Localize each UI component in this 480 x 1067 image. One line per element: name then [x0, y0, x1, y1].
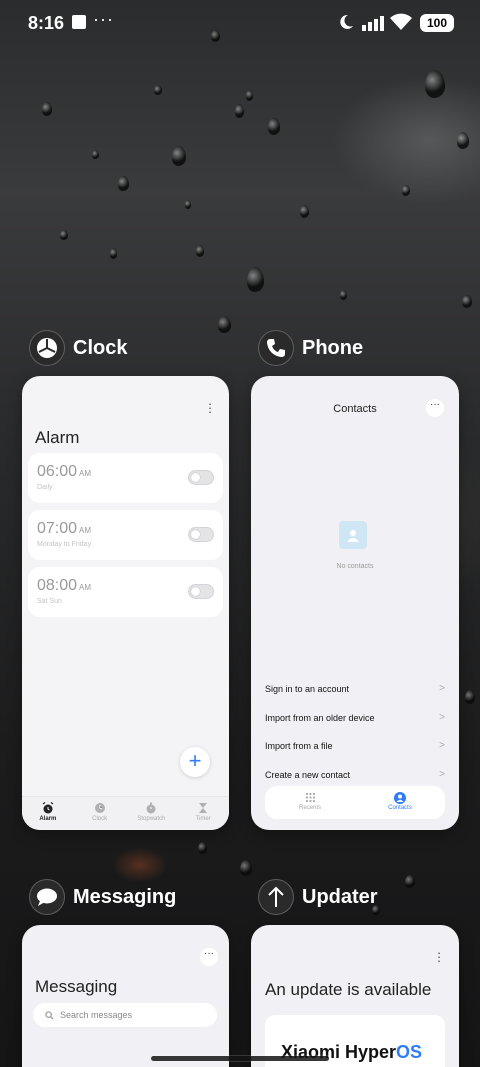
app-title-updater: Updater [302, 885, 378, 908]
clock-face-icon [74, 802, 126, 814]
phone-tab-bar: Recents Contacts [265, 786, 445, 819]
more-options-icon[interactable]: ··· [203, 397, 217, 418]
messaging-app-card[interactable]: ··· Messaging Search messages [22, 925, 229, 1067]
page-title: Alarm [35, 428, 80, 447]
alarm-time: 06:00 AM [37, 463, 92, 480]
clock-app-card[interactable]: · · · Alarm 06:00 AM Daily 07:00 AM Monday t… [22, 376, 229, 830]
sign-in-option[interactable]: Sign in to an account > [265, 683, 445, 694]
search-input[interactable]: Search messages [33, 1003, 217, 1027]
tab-contacts[interactable]: Contacts [355, 786, 445, 819]
tab-recents[interactable]: Recents [265, 786, 355, 819]
chat-bubble-icon [29, 879, 65, 915]
add-alarm-button[interactable]: + [180, 747, 210, 777]
clock-icon [29, 330, 65, 366]
battery-icon: 100 [420, 14, 454, 32]
signal-icon [362, 15, 384, 36]
wifi-icon [390, 13, 412, 36]
alarm-icon [22, 802, 74, 814]
person-icon [355, 792, 445, 804]
alarm-toggle[interactable] [188, 527, 214, 542]
alarm-time: 08:00 AM [37, 577, 92, 594]
more-options-icon[interactable]: ··· [200, 948, 218, 966]
phone-icon [258, 330, 294, 366]
do-not-disturb-icon [337, 13, 355, 36]
empty-state-text: No contacts [336, 563, 374, 570]
chevron-right-icon: > [439, 769, 445, 780]
search-icon [45, 1010, 54, 1020]
tab-clock[interactable]: Clock [74, 797, 126, 830]
home-indicator[interactable] [151, 1056, 329, 1061]
keypad-icon [265, 792, 355, 803]
more-options-icon[interactable]: ··· [432, 946, 446, 967]
updater-app-card[interactable]: · · · An update is available Xiaomi HyperO… [251, 925, 459, 1067]
page-title: Messaging [35, 977, 118, 996]
more-options-icon[interactable]: ··· [426, 399, 444, 417]
chevron-right-icon: > [439, 740, 445, 751]
stopwatch-icon [126, 802, 178, 814]
app-title-phone: Phone [302, 336, 364, 359]
messaging-app-header[interactable]: Messaging [29, 879, 176, 915]
app-title-clock: Clock [73, 336, 128, 359]
phone-app-header[interactable]: Phone [258, 330, 363, 366]
alarm-repeat: Sat Sun [37, 598, 62, 605]
alarm-time: 07:00 AM [37, 520, 92, 537]
chevron-right-icon: > [439, 712, 445, 723]
page-title: An update is available [265, 980, 432, 999]
import-older-device-option[interactable]: Import from an older device > [265, 712, 445, 723]
tab-stopwatch[interactable]: Stopwatch [126, 797, 178, 830]
tab-alarm[interactable]: Alarm [22, 797, 74, 830]
create-contact-option[interactable]: Create a new contact > [265, 769, 445, 780]
updater-app-header[interactable]: Updater [258, 879, 378, 915]
alarm-item[interactable]: 07:00 AM Monday to Friday [28, 510, 223, 560]
alarm-toggle[interactable] [188, 584, 214, 599]
arrow-up-icon [258, 879, 294, 915]
import-file-option[interactable]: Import from a file > [265, 740, 445, 751]
alarm-toggle[interactable] [188, 470, 214, 485]
chevron-right-icon: > [439, 683, 445, 694]
phone-app-card[interactable]: Contacts ··· No contacts Sign in to an a… [251, 376, 459, 830]
notification-icon [72, 15, 86, 29]
alarm-item[interactable]: 08:00 AM Sat Sun [28, 567, 223, 617]
status-bar: 8:16 ··· 100 [0, 0, 480, 46]
alarm-item[interactable]: 06:00 AM Daily [28, 453, 223, 503]
hourglass-icon [177, 802, 229, 814]
app-title-messaging: Messaging [73, 885, 177, 908]
status-time: 8:16 [28, 13, 65, 33]
contact-placeholder-icon [339, 521, 367, 549]
clock-tab-bar: Alarm Clock Stopwatch Timer [22, 796, 229, 830]
alarm-repeat: Daily [37, 484, 53, 491]
more-notifications-icon: ··· [93, 9, 114, 29]
alarm-repeat: Monday to Friday [37, 541, 92, 548]
clock-app-header[interactable]: Clock [29, 330, 127, 366]
tab-timer[interactable]: Timer [177, 797, 229, 830]
